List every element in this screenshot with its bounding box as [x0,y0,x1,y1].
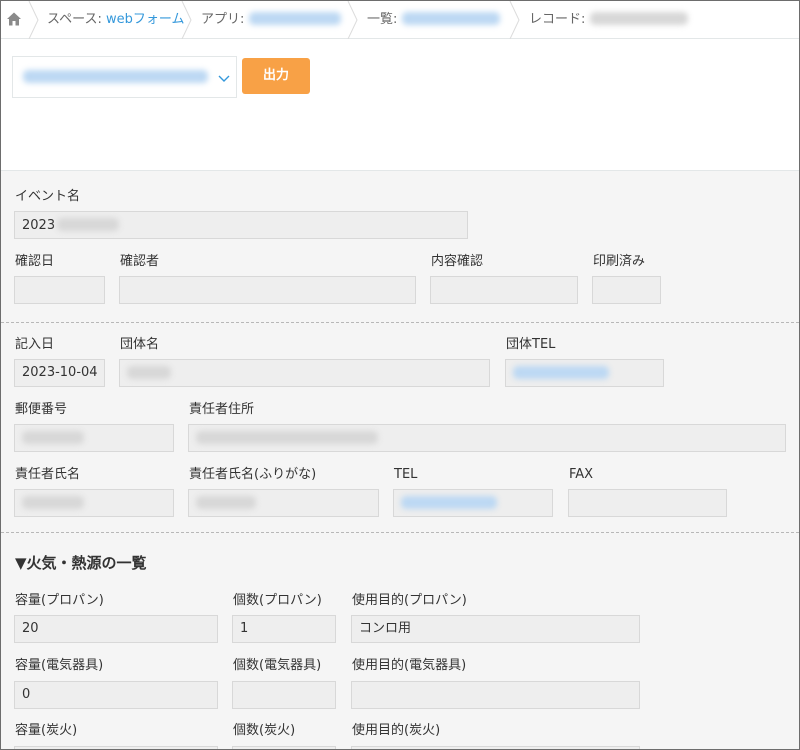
postal-code-label: 郵便番号 [15,402,68,417]
propane-capacity-value: 20 [22,621,39,636]
event-name-hidden [57,218,120,231]
breadcrumb-list-prefix: 一覧: [367,12,402,27]
breadcrumb-space-prefix: スペース: [47,12,106,27]
breadcrumb-separator-icon [509,1,521,39]
org-name-field [119,359,490,387]
propane-count-label: 個数(プロパン) [233,593,322,608]
address-field [188,424,786,452]
electric-capacity-value: 0 [22,687,31,702]
chevron-down-icon [218,72,230,84]
propane-purpose-field: コンロ用 [351,615,640,643]
breadcrumb-record-prefix: レコード: [529,12,590,27]
section-divider [1,322,799,323]
template-select[interactable] [12,56,237,98]
propane-count-value: 1 [240,621,249,636]
breadcrumb-app-link[interactable] [248,12,341,25]
propane-capacity-label: 容量(プロパン) [15,593,104,608]
charcoal-capacity-field [14,746,218,749]
breadcrumb-separator-icon [28,1,40,39]
confirmer-label: 確認者 [120,254,160,269]
breadcrumb-record: レコード: [529,12,688,28]
tel-label: TEL [394,467,418,482]
breadcrumb-list: 一覧: [367,12,500,28]
section-divider [1,532,799,533]
person-kana-value [196,496,256,509]
event-name-value: 2023 [22,218,56,233]
confirm-date-field [14,276,105,304]
fax-field [568,489,727,517]
event-name-label: イベント名 [15,189,81,204]
template-select-value [23,70,208,83]
org-name-label: 団体名 [120,337,160,352]
entry-date-field: 2023-10-04 [14,359,105,387]
propane-count-field: 1 [232,615,336,643]
breadcrumb-space: スペース: webフォーム [47,12,184,28]
content-check-field [430,276,578,304]
confirmer-field [119,276,416,304]
breadcrumb-record-value [589,12,688,25]
electric-count-field [232,681,336,709]
org-tel-label: 団体TEL [506,337,556,352]
printed-field [592,276,661,304]
person-name-label: 責任者氏名 [15,467,81,482]
fax-label: FAX [569,467,594,482]
propane-purpose-label: 使用目的(プロパン) [352,593,467,608]
electric-capacity-label: 容量(電気器具) [15,658,104,673]
event-name-field: 2023 [14,211,468,239]
entry-date-value: 2023-10-04 [22,365,98,380]
person-kana-field [188,489,379,517]
charcoal-count-label: 個数(炭火) [233,723,296,738]
printed-label: 印刷済み [593,254,646,269]
breadcrumb-separator-icon [347,1,359,39]
breadcrumb: スペース: webフォーム アプリ: 一覧: レコード: [1,1,799,39]
breadcrumb-separator-icon [181,1,193,39]
postal-code-value [22,431,84,444]
fire-section-title: ▼火気・熱源の一覧 [15,554,147,572]
breadcrumb-list-link[interactable] [401,12,500,25]
electric-purpose-label: 使用目的(電気器具) [352,658,467,673]
address-value [196,431,378,444]
electric-count-label: 個数(電気器具) [233,658,322,673]
org-tel-field [505,359,664,387]
breadcrumb-space-link[interactable]: webフォーム [106,12,185,27]
person-kana-label: 責任者氏名(ふりがな) [189,467,317,482]
app-window: スペース: webフォーム アプリ: 一覧: レコード: 出力 イベント名 20… [0,0,800,750]
charcoal-purpose-label: 使用目的(炭火) [352,723,441,738]
person-name-field [14,489,174,517]
tel-value[interactable] [401,496,497,509]
breadcrumb-app-prefix: アプリ: [201,12,249,27]
propane-capacity-field: 20 [14,615,218,643]
postal-code-field [14,424,174,452]
propane-purpose-value: コンロ用 [359,621,412,636]
org-tel-value[interactable] [513,366,609,379]
entry-date-label: 記入日 [15,337,55,352]
address-label: 責任者住所 [189,402,255,417]
charcoal-count-field [232,746,336,749]
org-name-value [127,366,171,379]
charcoal-capacity-label: 容量(炭火) [15,723,78,738]
home-icon[interactable] [6,11,22,27]
electric-purpose-field [351,681,640,709]
output-button[interactable]: 出力 [242,58,310,94]
confirm-date-label: 確認日 [15,254,55,269]
breadcrumb-app: アプリ: [201,12,341,28]
content-check-label: 内容確認 [431,254,484,269]
record-detail: イベント名 2023 確認日 確認者 内容確認 印刷済み 記入日 2023-10… [1,170,799,749]
tel-field [393,489,553,517]
electric-capacity-field: 0 [14,681,218,709]
person-name-value [22,496,84,509]
charcoal-purpose-field [351,746,640,749]
